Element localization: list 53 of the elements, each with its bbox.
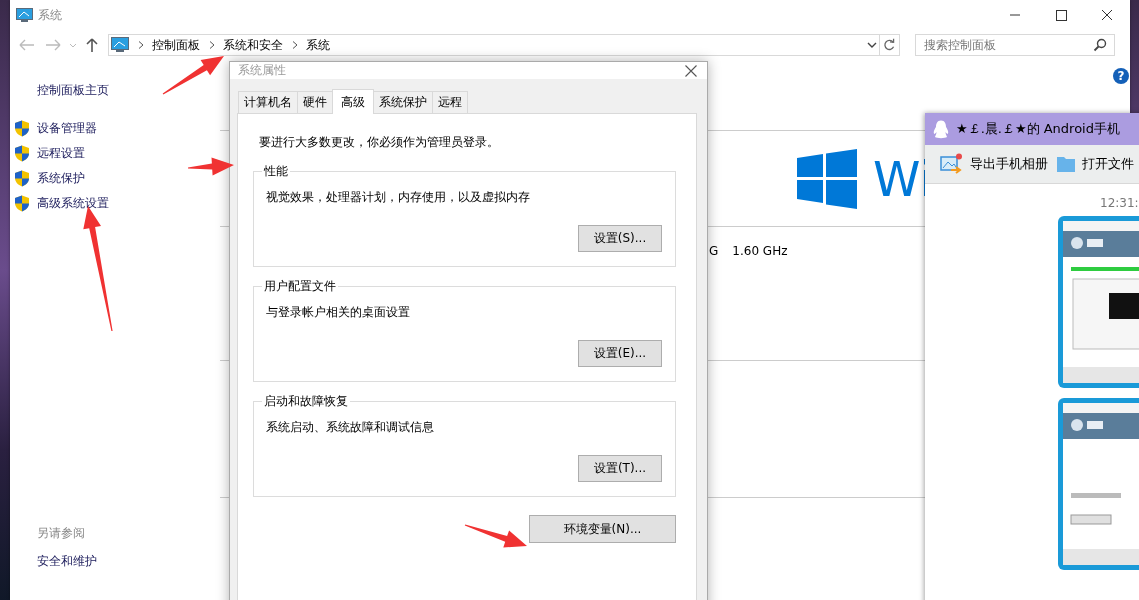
group-title: 启动和故障恢复 bbox=[263, 393, 349, 410]
chevron-icon bbox=[292, 41, 298, 49]
group-description: 系统启动、系统故障和调试信息 bbox=[266, 419, 435, 436]
chevron-icon bbox=[138, 41, 144, 49]
annotation-arrow bbox=[162, 56, 224, 95]
message-time: 12:31: bbox=[1100, 196, 1139, 210]
settings-button[interactable]: 设置(E)... bbox=[578, 340, 662, 367]
search-field[interactable]: 搜索控制面板 bbox=[915, 34, 1115, 56]
tab[interactable]: 高级 bbox=[332, 89, 374, 114]
sidebar-link[interactable]: 设备管理器 bbox=[37, 120, 97, 137]
section-heading: 另请参阅 bbox=[37, 525, 86, 542]
annotation-arrow bbox=[188, 157, 234, 176]
tab[interactable]: 计算机名 bbox=[238, 91, 298, 113]
help-button[interactable]: ? bbox=[1113, 68, 1129, 84]
settings-button[interactable]: 设置(T)... bbox=[578, 455, 662, 482]
breadcrumb-item[interactable]: 系统 bbox=[306, 36, 330, 54]
annotation-arrow bbox=[464, 524, 527, 548]
group-title: 用户配置文件 bbox=[263, 278, 337, 295]
chevron-icon bbox=[209, 41, 215, 49]
refresh-button[interactable] bbox=[880, 34, 900, 56]
address-bar[interactable]: 控制面板 系统和安全 系统 bbox=[108, 34, 880, 56]
dialog-title: 系统属性 bbox=[238, 62, 286, 79]
environment-variables-button[interactable]: 环境变量(N)... bbox=[529, 515, 676, 543]
logo-icon bbox=[797, 148, 857, 209]
breadcrumb-item[interactable]: 系统和安全 bbox=[223, 36, 283, 54]
notice-text: 要进行大多数更改，你必须作为管理员登录。 bbox=[259, 134, 500, 151]
toolbar-button[interactable]: 导出手机相册 bbox=[970, 155, 1048, 173]
shield-icon bbox=[14, 170, 30, 187]
shield-icon bbox=[14, 120, 30, 137]
computer-icon bbox=[16, 7, 33, 23]
group-description: 与登录帐户相关的桌面设置 bbox=[266, 304, 411, 321]
sidebar-link[interactable]: 安全和维护 bbox=[37, 553, 220, 570]
close-button[interactable] bbox=[684, 63, 698, 78]
window-title: 系统 bbox=[38, 6, 62, 24]
tab[interactable]: 远程 bbox=[432, 91, 468, 113]
computer-icon bbox=[111, 37, 129, 53]
search-icon[interactable] bbox=[1093, 38, 1107, 52]
group-description: 视觉效果，处理器计划，内存使用，以及虚拟内存 bbox=[266, 189, 531, 206]
shield-icon bbox=[14, 145, 30, 162]
sidebar-link[interactable]: 高级系统设置 bbox=[37, 195, 109, 212]
image-export-icon[interactable] bbox=[940, 153, 964, 175]
penguin-icon bbox=[933, 119, 949, 139]
breadcrumb-item[interactable]: 控制面板 bbox=[152, 36, 200, 54]
sidebar-link[interactable]: 系统保护 bbox=[37, 170, 85, 187]
sidebar-link[interactable]: 远程设置 bbox=[37, 145, 85, 162]
group-title: 性能 bbox=[263, 163, 289, 180]
spec-text: G bbox=[709, 244, 719, 258]
window-title: ★￡.晨.￡★的 Android手机 bbox=[956, 120, 1120, 138]
toolbar-button[interactable]: 打开文件 bbox=[1082, 155, 1134, 173]
shield-icon bbox=[14, 195, 30, 212]
settings-button[interactable]: 设置(S)... bbox=[578, 225, 662, 252]
sidebar-link[interactable]: 控制面板主页 bbox=[37, 82, 220, 99]
spec-text: 1.60 GHz bbox=[732, 244, 788, 258]
